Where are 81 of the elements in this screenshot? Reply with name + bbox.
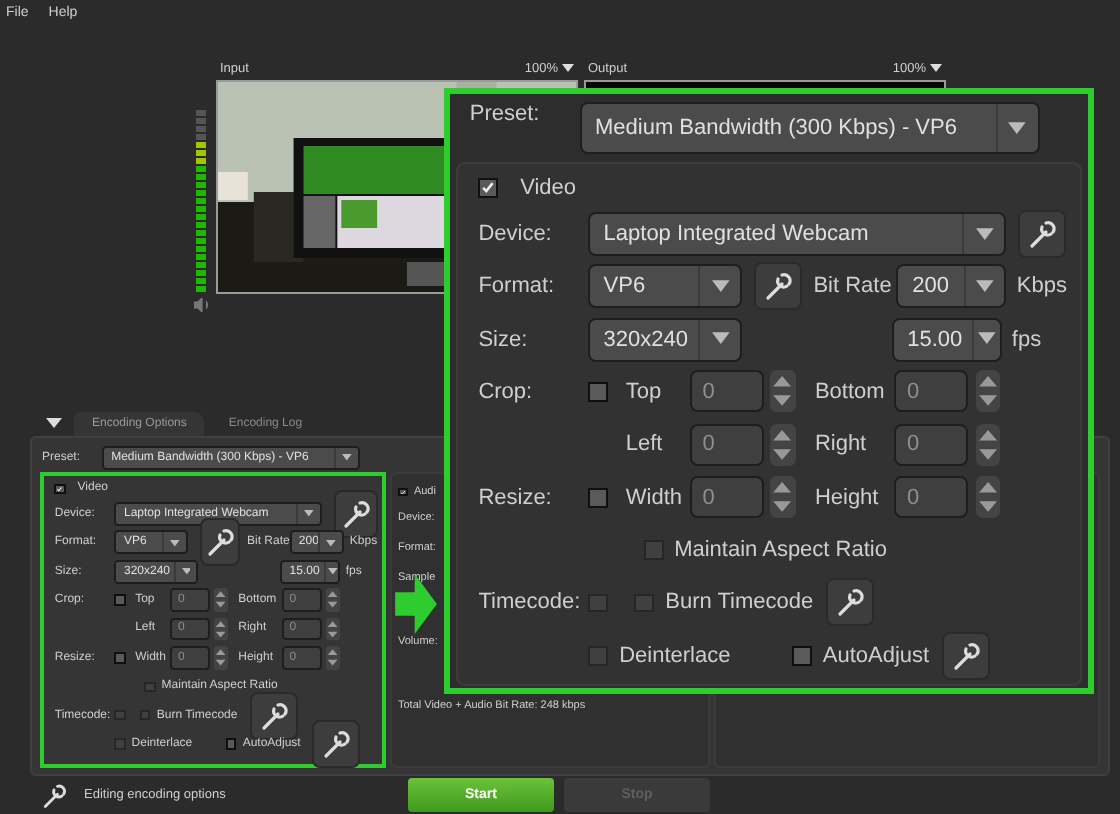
field-label: Height [814,485,881,510]
unit-label: fps [1011,327,1042,351]
field-label: Resize: [478,485,554,510]
field-label: Left [625,432,665,457]
field-label: Crop: [478,379,535,404]
dropdown[interactable]: 200 [896,264,1007,309]
wrench-icon [762,270,795,303]
caret-icon [976,280,994,293]
dropdown[interactable]: VP6 [588,264,743,309]
settings-button[interactable] [333,489,378,538]
caret-icon [46,417,62,427]
wrench-icon [204,526,237,559]
checkbox[interactable] [792,645,812,666]
checkbox-label: Burn Timecode [665,590,814,615]
spin-button[interactable] [770,370,796,413]
unit-label: Kbps [1016,274,1067,299]
spin-button[interactable] [214,646,228,670]
spin-button[interactable] [325,646,340,670]
spin-button[interactable] [975,476,1000,519]
caret-icon [303,510,314,518]
field-label: Size: [478,327,530,351]
caret-icon [181,568,191,575]
caret-icon [170,539,180,546]
settings-button[interactable] [825,578,874,627]
checkbox-label: Maintain Aspect Ratio [674,538,887,563]
checkbox[interactable] [398,487,408,497]
checkbox-label: Video [520,175,577,200]
speaker-icon[interactable] [193,298,211,312]
checkbox[interactable] [114,652,126,664]
checkbox[interactable] [588,487,609,508]
spin-button[interactable] [770,476,796,519]
settings-button[interactable] [249,691,298,740]
spin-button[interactable] [975,370,1000,413]
settings-button[interactable] [941,631,990,680]
checkbox-label: AutoAdjust [822,643,930,668]
settings-button[interactable] [1018,209,1067,258]
field-label: Bottom [814,379,887,404]
wrench-icon [339,497,372,530]
checkbox-label: Deinterlace [619,643,731,668]
caret-icon [711,280,730,293]
caret-icon [342,454,352,462]
field-label: Format: [478,274,557,299]
wrench-icon [833,586,866,619]
caret-icon [327,568,338,575]
caret-icon [711,332,730,346]
wrench-icon [320,728,353,761]
caret-icon [930,64,942,72]
caret-icon [1008,122,1027,135]
spin-button[interactable] [325,588,340,612]
field-label: Top [625,379,664,404]
wrench-icon [40,781,68,809]
settings-button[interactable] [312,720,361,769]
spin-button[interactable] [770,423,796,466]
field-label: Timecode: [478,590,583,615]
field-label: Width [625,485,684,510]
settings-button[interactable] [754,262,803,311]
spin-button[interactable] [214,588,228,612]
caret-icon [977,332,996,346]
field-label: Bit Rate [813,274,894,299]
wrench-icon [1026,217,1059,250]
preset-dropdown[interactable]: Medium Bandwidth (300 Kbps) - VP6 [579,102,1040,154]
field-label: Preset: [469,100,542,127]
checkbox[interactable] [588,381,609,402]
dropdown[interactable]: Laptop Integrated Webcam [588,211,1007,256]
dropdown[interactable]: 320x240 [588,317,743,361]
checkbox[interactable] [478,177,499,198]
checkbox[interactable] [54,483,66,494]
wrench-icon [949,639,982,672]
settings-button[interactable] [199,518,241,567]
field-label: Right [814,432,869,457]
wrench-icon [257,699,290,732]
checkbox[interactable] [225,738,237,750]
caret-icon [326,539,337,546]
dropdown[interactable]: 15.00 [891,317,1002,361]
field-label: Device: [478,221,554,246]
caret-icon [975,227,994,240]
checkbox[interactable] [114,594,126,606]
spin-button[interactable] [975,423,1000,466]
caret-icon [562,64,574,72]
spin-button[interactable] [214,617,228,641]
spin-button[interactable] [325,617,340,641]
